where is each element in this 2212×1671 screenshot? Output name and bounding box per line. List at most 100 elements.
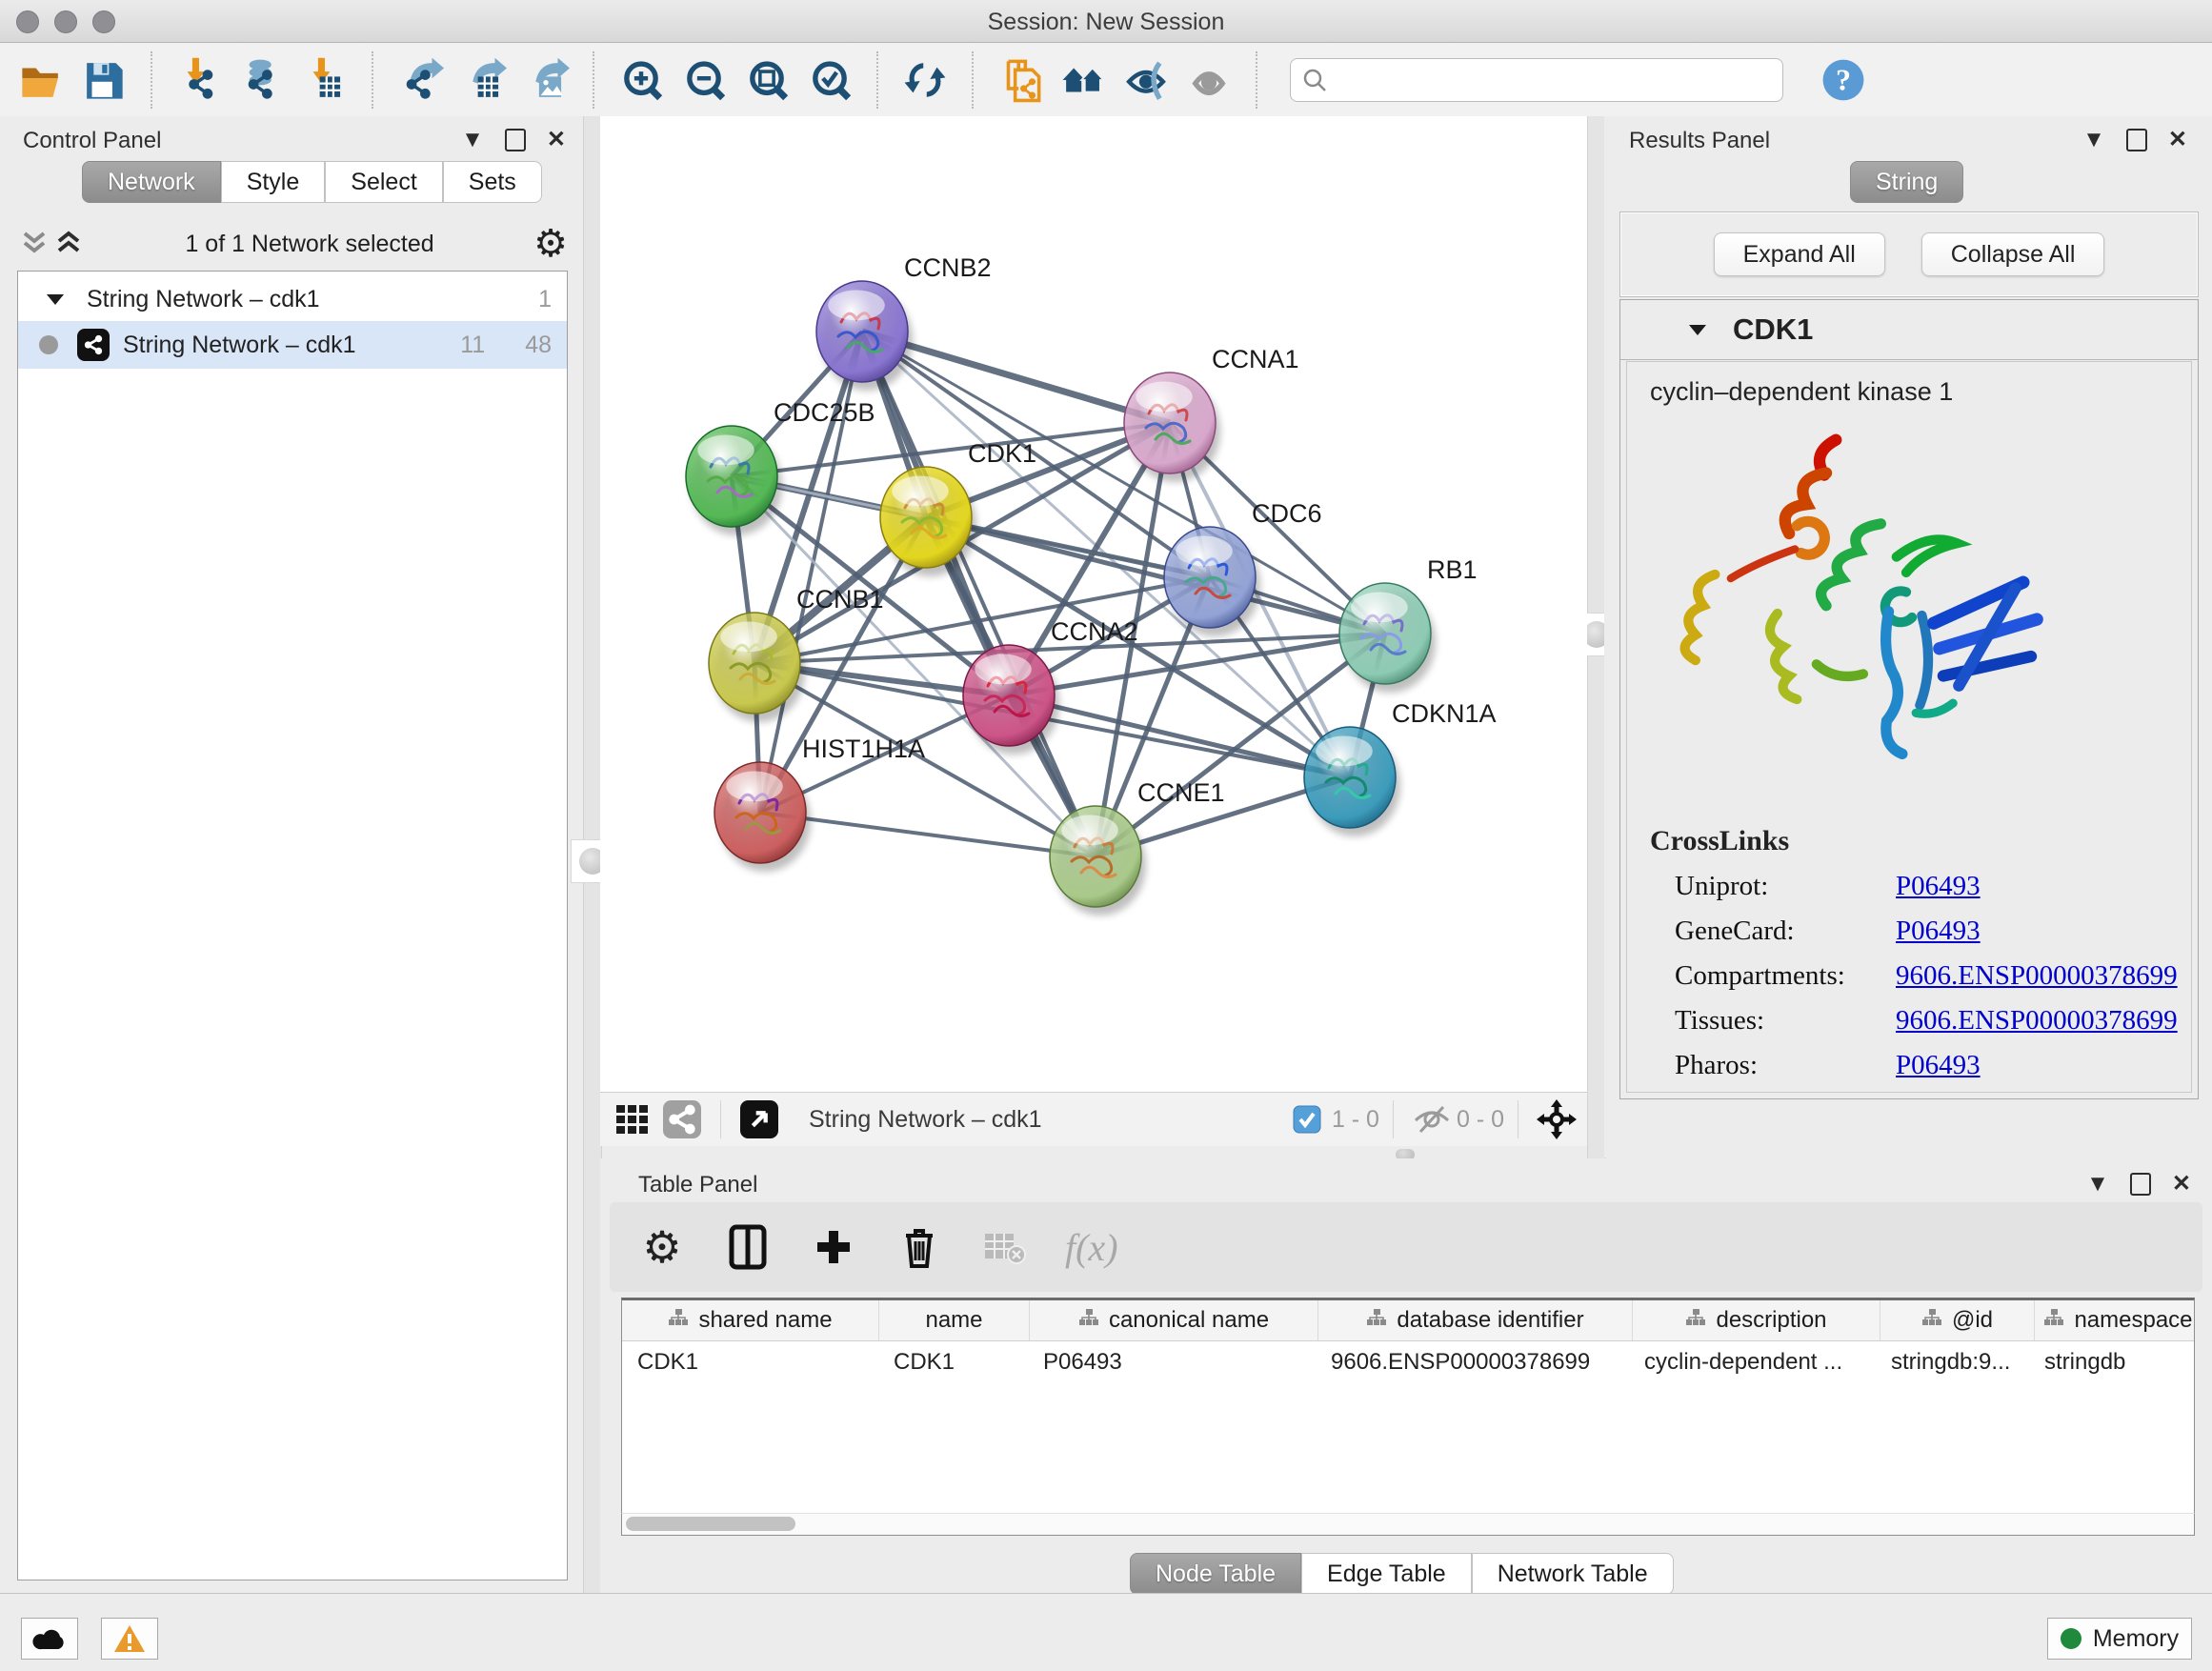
hidden-counts: 0 - 0 — [1457, 1106, 1504, 1134]
tab-network-table[interactable]: Network Table — [1472, 1553, 1674, 1595]
selected-checkbox-icon[interactable] — [1282, 1098, 1332, 1140]
table-row[interactable]: CDK1CDK1P064939606.ENSP00000378699cyclin… — [622, 1341, 2194, 1383]
zoom-fit-icon[interactable] — [735, 51, 798, 109]
node-HIST1H1A[interactable]: HIST1H1A — [714, 735, 925, 872]
scrollbar-thumb[interactable] — [626, 1517, 795, 1531]
table-cell: CDK1 — [878, 1341, 1028, 1383]
crosslink-label: Pharos: — [1675, 1050, 1896, 1081]
column-header-shared-name[interactable]: shared name — [622, 1300, 879, 1340]
crosslink-link[interactable]: 9606.ENSP00000378699 — [1896, 960, 2178, 992]
cloud-button[interactable] — [21, 1618, 78, 1660]
import-network-icon[interactable] — [168, 51, 231, 109]
control-panel-menu-icon[interactable]: ▼ — [461, 127, 484, 153]
crosslink-row: Uniprot: P06493 — [1675, 871, 2191, 902]
eye-icon[interactable] — [1177, 51, 1240, 109]
network-column-icon — [1685, 1307, 1706, 1334]
node-CDKN1A[interactable]: CDKN1A — [1304, 699, 1497, 836]
help-icon[interactable]: ? — [1812, 51, 1875, 109]
delete-column-icon[interactable] — [894, 1221, 945, 1273]
expand-all-networks-icon[interactable] — [51, 218, 86, 270]
crosslink-row: Compartments: 9606.ENSP00000378699 — [1675, 960, 2191, 992]
birdseye-view-icon[interactable] — [734, 1098, 784, 1140]
table-cell: stringdb:9... — [1876, 1341, 2029, 1383]
open-file-icon[interactable] — [10, 51, 72, 109]
table-panel-float-icon[interactable] — [2130, 1173, 2151, 1196]
collection-expand-arrow-icon[interactable] — [45, 291, 66, 308]
network-collection-row[interactable]: String Network – cdk1 1 — [18, 272, 567, 321]
show-columns-icon[interactable] — [722, 1221, 774, 1273]
houses-icon[interactable] — [1052, 51, 1115, 109]
table-panel-menu-icon[interactable]: ▼ — [2086, 1171, 2109, 1198]
zoom-in-icon[interactable] — [610, 51, 673, 109]
expand-all-button[interactable]: Expand All — [1714, 232, 1885, 276]
tab-node-table[interactable]: Node Table — [1130, 1553, 1301, 1595]
import-database-icon[interactable] — [231, 51, 293, 109]
refresh-icon[interactable] — [894, 51, 956, 109]
import-table-icon[interactable] — [293, 51, 356, 109]
zoom-selected-icon[interactable] — [798, 51, 861, 109]
column-header-database-identifier[interactable]: database identifier — [1318, 1300, 1633, 1340]
protein-collapse-arrow-icon[interactable] — [1687, 321, 1708, 338]
table-cell: CDK1 — [622, 1341, 878, 1383]
save-session-icon[interactable] — [72, 51, 135, 109]
memory-button[interactable]: Memory — [2047, 1618, 2192, 1660]
crosslink-link[interactable]: 9606.ENSP00000378699 — [1896, 1005, 2178, 1037]
tab-select[interactable]: Select — [325, 161, 442, 203]
table-horizontal-scrollbar[interactable] — [621, 1513, 2195, 1536]
tab-sets[interactable]: Sets — [443, 161, 542, 203]
table-panel-close-icon[interactable]: ✕ — [2172, 1170, 2191, 1198]
column-header-name[interactable]: name — [879, 1300, 1030, 1340]
eye-slash-icon[interactable] — [1115, 51, 1177, 109]
collapse-all-networks-icon[interactable] — [17, 218, 51, 270]
column-header-canonical-name[interactable]: canonical name — [1030, 1300, 1318, 1340]
tab-string[interactable]: String — [1850, 161, 1963, 203]
zoom-out-icon[interactable] — [673, 51, 735, 109]
svg-text:CDC25B: CDC25B — [774, 398, 875, 427]
svg-text:CCNE1: CCNE1 — [1137, 778, 1225, 807]
network-canvas[interactable]: CCNB2 CCNA1 CDC25B CDK1 CDC6 RB1 — [600, 116, 1587, 1092]
results-panel-float-icon[interactable] — [2126, 129, 2147, 151]
delete-table-icon[interactable] — [979, 1221, 1031, 1273]
function-builder-icon[interactable]: f(x) — [1065, 1225, 1118, 1270]
add-column-icon[interactable] — [808, 1221, 859, 1273]
tab-network[interactable]: Network — [82, 161, 221, 203]
svg-text:CCNB1: CCNB1 — [796, 585, 884, 614]
node-CCNE1[interactable]: CCNE1 — [1050, 778, 1225, 916]
export-network-icon[interactable] — [389, 51, 452, 109]
crosslink-link[interactable]: P06493 — [1896, 1050, 1981, 1081]
network-row-selected[interactable]: String Network – cdk1 11 48 — [18, 321, 567, 369]
column-header-namespace[interactable]: namespace — [2035, 1300, 2195, 1340]
svg-text:CDK1: CDK1 — [968, 439, 1036, 468]
svg-text:CDC6: CDC6 — [1252, 499, 1322, 528]
table-panel: Table Panel ▼ ✕ ⚙ f(x) shared namenameca… — [600, 1158, 2212, 1593]
tab-edge-table[interactable]: Edge Table — [1301, 1553, 1472, 1595]
table-options-gear-icon[interactable]: ⚙ — [636, 1221, 688, 1273]
column-header-description[interactable]: description — [1633, 1300, 1880, 1340]
network-column-icon — [1921, 1307, 1942, 1334]
crosslink-link[interactable]: P06493 — [1896, 871, 1981, 902]
grid-view-icon[interactable] — [608, 1098, 657, 1140]
fit-content-crosshair-icon[interactable] — [1532, 1098, 1581, 1140]
node-RB1[interactable]: RB1 — [1339, 555, 1478, 693]
tab-style[interactable]: Style — [221, 161, 326, 203]
collapse-all-button[interactable]: Collapse All — [1921, 232, 2105, 276]
results-panel-close-icon[interactable]: ✕ — [2168, 126, 2187, 153]
results-panel-menu-icon[interactable]: ▼ — [2082, 127, 2105, 153]
node-CCNB1[interactable]: CCNB1 — [709, 585, 884, 722]
warnings-button[interactable] — [101, 1618, 158, 1660]
crosslink-link[interactable]: P06493 — [1896, 916, 1981, 947]
network-options-gear-icon[interactable]: ⚙ — [533, 222, 568, 266]
edge-CCNB2-CCNE1[interactable] — [862, 332, 1096, 856]
search-input[interactable] — [1327, 66, 1771, 94]
control-panel-close-icon[interactable]: ✕ — [547, 126, 566, 153]
duplicate-network-icon[interactable] — [989, 51, 1052, 109]
column-header-id[interactable]: @id — [1880, 1300, 2035, 1340]
search-box[interactable] — [1290, 58, 1783, 102]
protein-header[interactable]: CDK1 — [1620, 300, 2198, 360]
control-panel-float-icon[interactable] — [505, 129, 526, 151]
export-table-icon[interactable] — [452, 51, 514, 109]
edge-CCNA2-CDKN1A[interactable] — [1009, 695, 1350, 777]
hidden-eye-icon[interactable] — [1407, 1098, 1457, 1140]
export-image-icon[interactable] — [514, 51, 577, 109]
string-view-icon[interactable] — [657, 1098, 707, 1140]
